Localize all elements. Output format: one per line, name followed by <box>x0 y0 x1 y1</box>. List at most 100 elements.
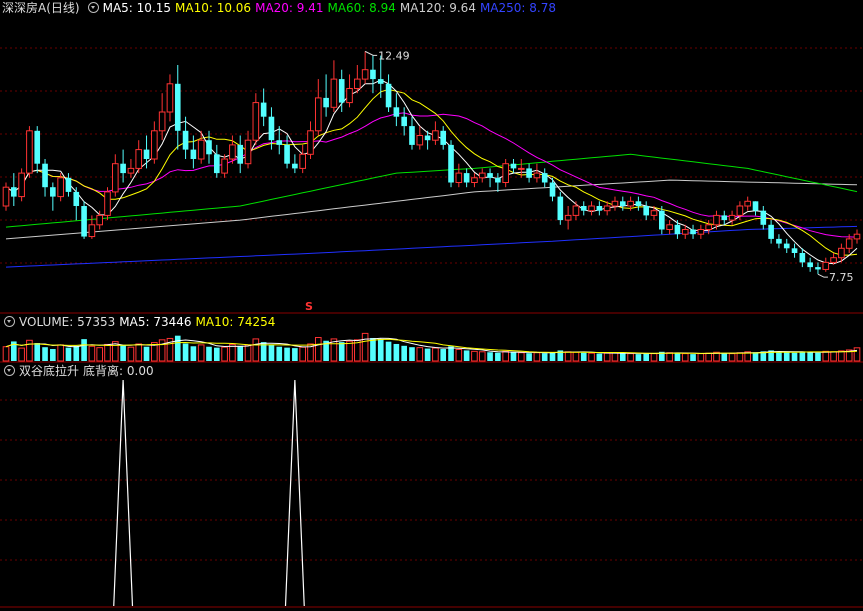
ma20-value: MA20: 9.41 <box>255 1 324 15</box>
volume-bar <box>611 352 619 362</box>
volume-bar <box>455 348 463 362</box>
candle-body <box>619 201 626 206</box>
candle-body <box>42 163 48 188</box>
volume-bar <box>822 350 830 362</box>
volume-bar <box>190 346 197 361</box>
candle <box>166 74 174 122</box>
candle-body <box>276 140 283 145</box>
candle-body <box>260 102 267 117</box>
candle-body <box>143 149 150 159</box>
candle <box>18 168 25 202</box>
volume-bar <box>487 352 493 361</box>
stock-chart: 12.49 7.75 S <box>0 47 863 608</box>
candle-body <box>2 186 10 207</box>
volume-bar <box>690 354 696 361</box>
candle <box>81 201 87 239</box>
candle <box>42 159 48 197</box>
candle <box>393 93 400 127</box>
volume-bar <box>57 344 64 362</box>
candle-body <box>104 191 111 216</box>
candle <box>791 243 798 258</box>
candle-body <box>299 153 306 169</box>
candle-body <box>401 116 407 127</box>
volume-bar <box>416 347 424 362</box>
volume-bar <box>533 352 541 362</box>
stock-name[interactable]: 深深房A <box>2 1 46 15</box>
volume-bar <box>681 353 689 362</box>
volume-bar <box>34 343 41 361</box>
volume-bar <box>627 353 634 362</box>
candle-body <box>768 224 774 239</box>
volume-bar <box>26 339 33 362</box>
indicator-legend: 双谷底拉升 底背离: 0.00 <box>0 363 158 379</box>
volume-bar <box>791 352 798 361</box>
candle-body <box>510 163 517 169</box>
volume-bar <box>213 347 220 361</box>
candle-body <box>478 172 486 179</box>
candle-body <box>237 144 244 164</box>
volume-bar <box>244 344 252 362</box>
candle <box>229 135 236 164</box>
candle <box>580 201 587 216</box>
candle <box>440 126 447 150</box>
candle <box>572 201 580 221</box>
candle-body <box>440 130 447 145</box>
volume-bar <box>432 347 439 362</box>
candle-body <box>564 214 572 221</box>
chevron-down-icon[interactable] <box>4 316 15 327</box>
volume-bar <box>424 348 431 361</box>
candle-body <box>448 144 454 183</box>
candle <box>307 121 314 159</box>
candle-body <box>572 205 580 216</box>
volume-bars <box>2 332 861 362</box>
candle-body <box>845 238 853 249</box>
chevron-down-icon[interactable] <box>87 2 99 13</box>
candle <box>244 130 252 169</box>
candle <box>50 182 56 211</box>
candle <box>533 163 541 183</box>
candle-body <box>73 191 80 206</box>
ma5-value: MA5: 10.15 <box>102 1 172 15</box>
candle-body <box>57 177 64 198</box>
candle-body <box>697 229 705 235</box>
volume-bar <box>650 353 658 362</box>
candle-body <box>96 214 103 226</box>
candle-body <box>229 144 236 160</box>
candle-body <box>385 83 392 108</box>
volume-bar <box>721 353 728 361</box>
chevron-down-icon[interactable] <box>4 365 15 376</box>
candle <box>361 51 369 84</box>
candle-body <box>292 163 298 169</box>
candle <box>73 187 80 221</box>
candle-body <box>588 205 595 212</box>
candle-body <box>728 214 736 221</box>
candle-body <box>88 224 96 238</box>
candle <box>143 135 150 169</box>
candle-body <box>330 78 338 108</box>
candle-body <box>307 130 314 155</box>
volume-bar <box>728 353 736 362</box>
volume-bar <box>776 351 782 361</box>
candle <box>588 201 595 216</box>
candle <box>323 74 329 117</box>
high-pointer <box>364 50 378 56</box>
low-pointer <box>817 273 828 278</box>
volume-bar <box>830 351 837 362</box>
candle <box>478 168 486 183</box>
volume-bar <box>377 338 384 361</box>
candle <box>314 79 322 136</box>
candle <box>158 93 166 141</box>
candle-body <box>65 177 72 192</box>
volume-bar <box>237 345 244 361</box>
candle-body <box>361 69 369 80</box>
ma120-value: MA120: 9.64 <box>399 1 476 15</box>
volume-bar <box>619 353 626 361</box>
volume-bar <box>783 352 790 361</box>
ma10-value: MA10: 10.06 <box>175 1 252 15</box>
candle-body <box>674 224 681 235</box>
indicator-spike <box>284 379 305 607</box>
candle <box>471 173 478 188</box>
volume-bar <box>158 339 166 362</box>
candle <box>487 168 493 188</box>
volume-bar <box>471 350 478 362</box>
